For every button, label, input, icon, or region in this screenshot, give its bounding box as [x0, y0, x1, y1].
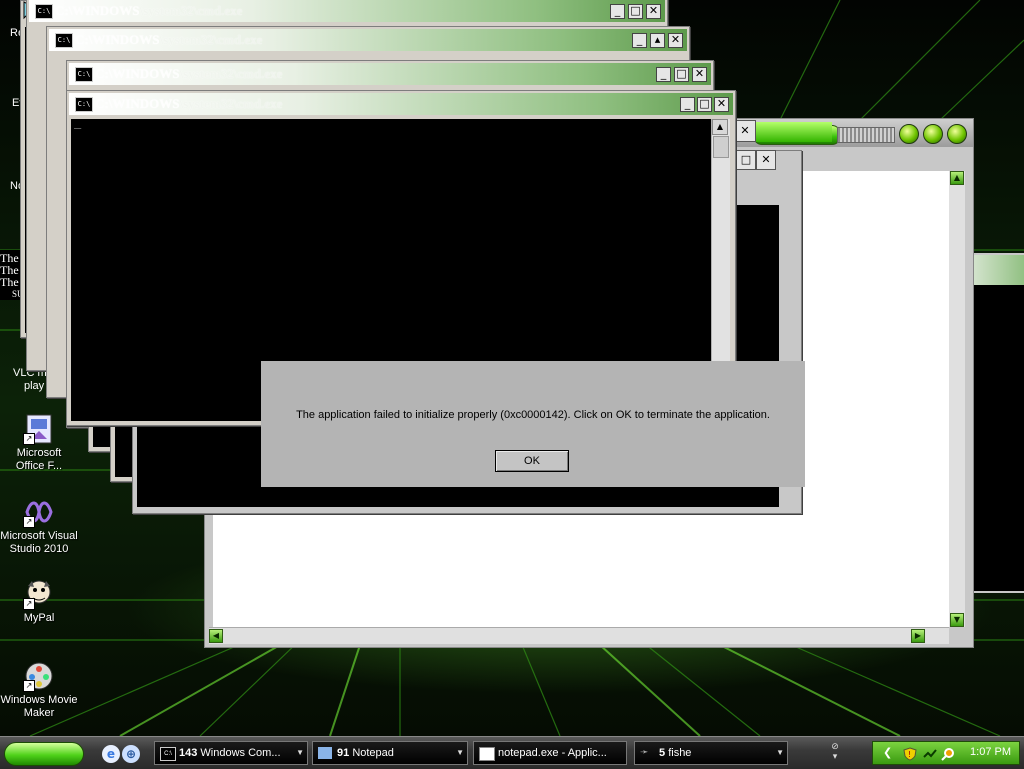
maximize-button[interactable]: □ — [674, 67, 689, 82]
window-icon — [479, 747, 495, 761]
window-title: C:\WINDOWS\system32\cmd.exe — [55, 3, 243, 18]
maximize-button[interactable] — [923, 124, 943, 144]
minimize-button[interactable] — [899, 124, 919, 144]
internet-explorer-icon[interactable]: e — [102, 745, 120, 763]
svg-text:!: ! — [908, 750, 911, 759]
background-window-partial — [968, 253, 1024, 593]
desktop-icon-mypal[interactable]: ↗ MyPal — [0, 578, 78, 625]
window-title: C:\WINDOWS\system32\cmd.exe — [95, 66, 283, 81]
scroll-down-icon[interactable]: ▼ — [950, 613, 964, 627]
minimize-button[interactable]: _ — [610, 4, 625, 19]
chevron-left-icon[interactable]: ❮ — [883, 746, 897, 760]
console-cursor: _ — [74, 115, 82, 129]
taskbar-task[interactable]: C:\ 143 Windows Com... ▼ — [154, 741, 308, 765]
shield-icon[interactable]: ! — [903, 746, 917, 761]
cmd-titlebar[interactable]: C:\ C:\WINDOWS\system32\cmd.exe _ □ ✕ — [69, 63, 711, 85]
desktop-icon-label: Windows Movie — [0, 694, 78, 706]
minimize-button[interactable]: _ — [632, 33, 647, 48]
shortcut-arrow-icon: ↗ — [23, 598, 35, 610]
visual-studio-icon: ↗ — [23, 496, 55, 528]
minimize-button[interactable]: _ — [656, 67, 671, 82]
movie-maker-icon: ↗ — [23, 660, 55, 692]
desktop-icon-label: Microsoft Visual — [0, 530, 78, 542]
minimize-button[interactable]: _ — [680, 97, 695, 112]
task-label: 5 fishe — [659, 747, 692, 759]
close-button[interactable]: ✕ — [668, 33, 683, 48]
desktop-icon-label: Microsoft — [16, 447, 62, 459]
notepad-icon — [318, 747, 332, 759]
desktop-icon-visual-studio[interactable]: ↗ Microsoft Visual Studio 2010 — [0, 496, 78, 556]
task-label: 143 Windows Com... — [179, 747, 281, 759]
error-message: The application failed to initialize pro… — [296, 409, 770, 421]
office-icon: ↗ — [23, 413, 55, 445]
scroll-left-icon[interactable]: ◀ — [209, 629, 223, 643]
task-label: 91 Notepad — [337, 747, 394, 759]
cmd-titlebar[interactable]: C:\ C:\WINDOWS\system32\cmd.exe _ □ ✕ — [29, 0, 665, 22]
chevron-down-icon: ▼ — [456, 748, 464, 757]
desktop-icon-label: Studio 2010 — [9, 543, 69, 555]
taskbar-task[interactable]: 91 Notepad ▼ — [312, 741, 468, 765]
window-title: C:\WINDOWS\system32\cmd.exe — [95, 96, 283, 111]
browser-icon[interactable]: ⊕ — [122, 745, 140, 763]
chevron-down-icon: ▼ — [776, 748, 784, 757]
shortcut-arrow-icon: ↗ — [23, 433, 35, 445]
maximize-button[interactable]: □ — [736, 150, 756, 170]
fish-icon: ➛ — [640, 747, 649, 758]
close-button[interactable]: ✕ — [646, 4, 661, 19]
taskbar: e ⊕ C:\ 143 Windows Com... ▼ 91 Notepad … — [0, 736, 1024, 769]
taskbar-task[interactable]: ➛ 5 fishe ▼ — [634, 741, 788, 765]
shortcut-arrow-icon: ↗ — [23, 516, 35, 528]
close-button[interactable]: ✕ — [714, 97, 729, 112]
notepad-horizontal-scrollbar[interactable]: ◀ ▶ — [209, 627, 949, 644]
search-icon[interactable] — [941, 746, 955, 761]
maximize-button[interactable]: □ — [628, 4, 643, 19]
shortcut-arrow-icon: ↗ — [23, 680, 35, 692]
maximize-button[interactable]: ▴ — [650, 33, 665, 48]
ok-button[interactable]: OK — [495, 450, 569, 472]
cmd-titlebar[interactable]: C:\ C:\WINDOWS\system32\cmd.exe _ □ ✕ — [69, 93, 733, 115]
icon-label-partial: play — [24, 380, 45, 392]
desktop-icon-movie-maker[interactable]: ↗ Windows Movie Maker — [0, 660, 78, 720]
error-dialog: The application failed to initialize pro… — [261, 361, 805, 487]
scroll-thumb[interactable] — [713, 136, 729, 158]
titlebar-fragment — [756, 122, 832, 142]
notepad-vertical-scrollbar[interactable]: ▲ ▼ — [949, 171, 965, 627]
close-button[interactable]: ✕ — [734, 120, 756, 142]
maximize-button[interactable]: □ — [697, 97, 712, 112]
desktop-icon-label: Office F... — [15, 460, 63, 472]
desktop-icon-label: Maker — [23, 707, 55, 719]
network-icon[interactable] — [923, 746, 937, 760]
cmd-icon: C:\ — [160, 747, 176, 761]
cmd-icon: C:\ — [75, 67, 93, 82]
taskbar-task[interactable]: notepad.exe - Applic... — [473, 741, 627, 765]
desktop-icon-label: MyPal — [23, 612, 55, 624]
window-title: C:\WINDOWS\system32\cmd.exe — [75, 32, 263, 47]
cmd-titlebar[interactable]: C:\ C:\WINDOWS\system32\cmd.exe _ ▴ ✕ — [49, 29, 687, 51]
close-button[interactable] — [947, 124, 967, 144]
scroll-up-icon[interactable]: ▲ — [950, 171, 964, 185]
cmd-icon: C:\ — [55, 33, 73, 48]
task-label: notepad.exe - Applic... — [498, 747, 607, 759]
close-button[interactable]: ✕ — [756, 150, 776, 170]
mypal-icon: ↗ — [23, 578, 55, 610]
system-tray: ❮ ! 1:07 PM — [872, 741, 1020, 765]
chevron-down-icon: ▼ — [296, 748, 304, 757]
cmd-icon: C:\ — [35, 4, 53, 19]
start-button[interactable] — [4, 742, 84, 766]
scroll-up-icon[interactable]: ▲ — [712, 119, 728, 135]
clock[interactable]: 1:07 PM — [970, 746, 1011, 758]
notepad-grill — [837, 127, 895, 143]
scroll-right-icon[interactable]: ▶ — [911, 629, 925, 643]
notification-expand-icon[interactable]: ⊘ ▾ — [828, 742, 842, 764]
desktop: Re Ev No The The The SU VLC m play ↗ Mic… — [0, 0, 1024, 736]
cmd-icon: C:\ — [75, 97, 93, 112]
close-button[interactable]: ✕ — [692, 67, 707, 82]
